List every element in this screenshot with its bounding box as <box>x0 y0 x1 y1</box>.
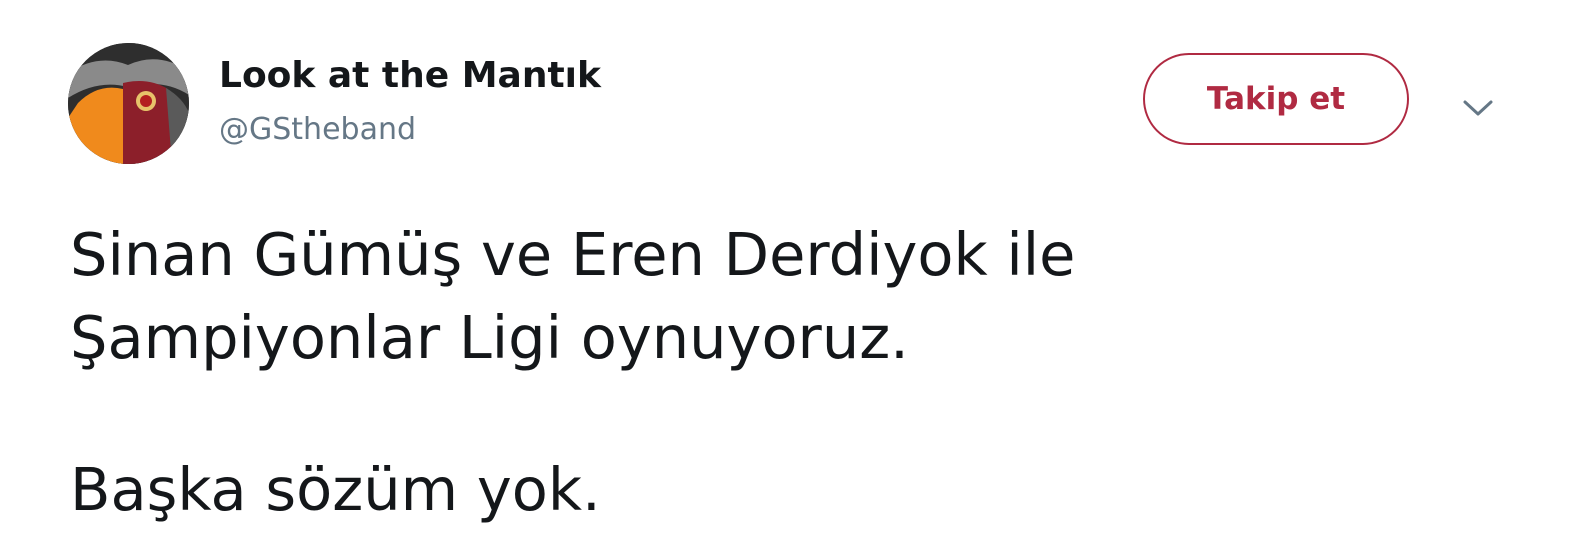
tweet-menu-button[interactable] <box>1458 90 1498 126</box>
follow-button-label: Takip et <box>1206 81 1346 117</box>
user-avatar[interactable] <box>68 43 189 164</box>
tweet-text: Sinan Gümüş ve Eren Derdiyok ile Şampiyo… <box>70 213 1510 531</box>
tweet-text-line: Sinan Gümüş ve Eren Derdiyok ile <box>70 220 1076 289</box>
user-handle[interactable]: @GStheband <box>219 110 416 150</box>
tweet-text-line: Başka sözüm yok. <box>70 455 601 524</box>
follow-button[interactable]: Takip et <box>1143 53 1409 145</box>
avatar-image <box>68 43 189 164</box>
tweet-text-line: Şampiyonlar Ligi oynuyoruz. <box>70 303 909 372</box>
tweet-card: Look at the Mantık @GStheband Takip et S… <box>0 0 1584 555</box>
chevron-down-icon <box>1463 100 1493 116</box>
user-display-name[interactable]: Look at the Mantık <box>219 52 601 100</box>
